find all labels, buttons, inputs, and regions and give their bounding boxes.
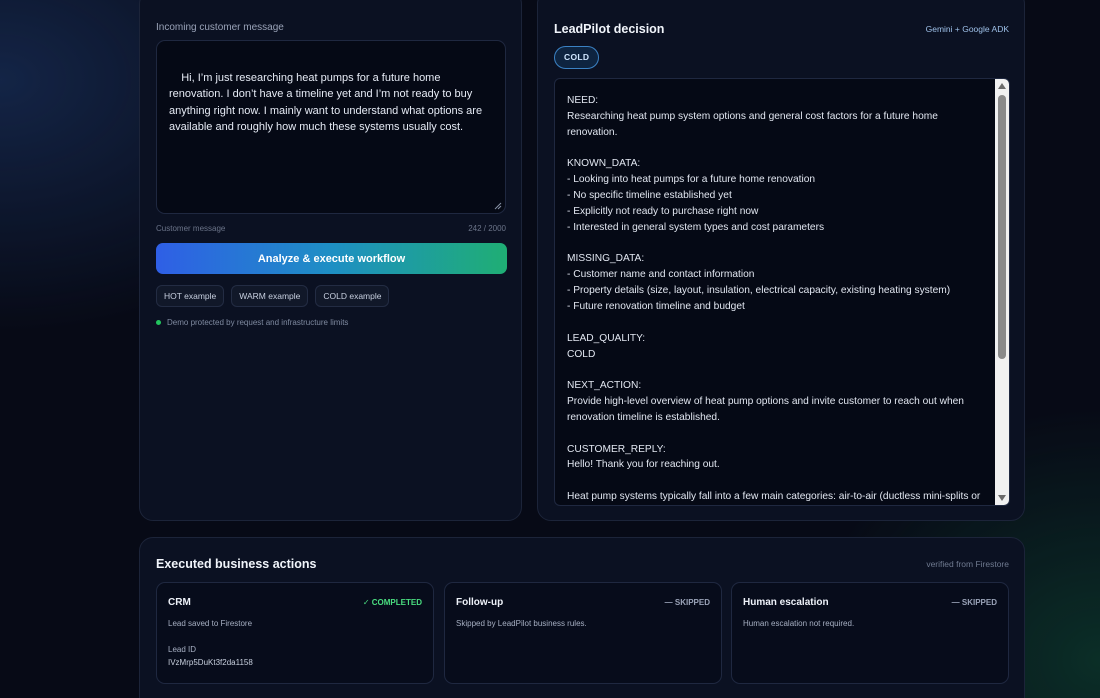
status-badge: — SKIPPED	[664, 598, 710, 607]
customer-message-caption: Customer message	[156, 224, 226, 233]
executed-actions-panel: Executed business actions verified from …	[139, 537, 1025, 698]
status-badge: — SKIPPED	[951, 598, 997, 607]
card-title: Human escalation	[743, 597, 829, 608]
crm-action-card: CRM ✓ COMPLETED Lead saved to Firestore …	[156, 582, 434, 684]
demo-note-text: Demo protected by request and infrastruc…	[167, 318, 349, 327]
card-title: Follow-up	[456, 597, 504, 608]
scroll-up-arrow-icon[interactable]	[998, 83, 1006, 89]
card-description: Human escalation not required.	[743, 619, 855, 628]
powered-by-label: Gemini + Google ADK	[925, 24, 1009, 34]
actions-title: Executed business actions	[156, 557, 317, 571]
warm-example-button[interactable]: WARM example	[231, 285, 309, 307]
analyze-execute-button[interactable]: Analyze & execute workflow	[156, 243, 507, 274]
status-dot-icon	[156, 320, 161, 325]
decision-output[interactable]: NEED: Researching heat pump system optio…	[554, 78, 1010, 506]
resize-handle-icon[interactable]	[494, 202, 502, 210]
customer-message-textarea[interactable]: Hi, I’m just researching heat pumps for …	[156, 40, 506, 214]
demo-protection-note: Demo protected by request and infrastruc…	[156, 318, 348, 327]
card-description: Skipped by LeadPilot business rules.	[456, 619, 587, 628]
output-scrollbar[interactable]	[995, 79, 1009, 505]
decision-output-text: NEED: Researching heat pump system optio…	[567, 95, 981, 503]
lead-quality-badge: COLD	[554, 46, 600, 69]
lead-id-value: IVzMrp5DuKt3f2da1158	[168, 658, 253, 667]
incoming-message-label: Incoming customer message	[156, 22, 284, 33]
lead-id-label: Lead ID	[168, 645, 197, 654]
customer-message-panel: Incoming customer message Hi, I’m just r…	[139, 0, 522, 521]
card-description: Lead saved to Firestore	[168, 619, 253, 628]
scroll-down-arrow-icon[interactable]	[998, 495, 1006, 501]
card-title: CRM	[168, 597, 191, 608]
status-badge: ✓ COMPLETED	[362, 598, 422, 607]
hot-example-button[interactable]: HOT example	[156, 285, 225, 307]
decision-panel: LeadPilot decision Gemini + Google ADK C…	[537, 0, 1025, 521]
scroll-thumb[interactable]	[998, 95, 1006, 359]
customer-message-text: Hi, I’m just researching heat pumps for …	[169, 71, 486, 134]
message-meta-row: Customer message 242 / 2000	[156, 224, 506, 233]
follow-up-action-card: Follow-up — SKIPPED Skipped by LeadPilot…	[444, 582, 722, 684]
char-counter: 242 / 2000	[468, 224, 506, 233]
decision-title: LeadPilot decision	[554, 22, 665, 36]
human-escalation-action-card: Human escalation — SKIPPED Human escalat…	[731, 582, 1009, 684]
cold-example-button[interactable]: COLD example	[315, 285, 390, 307]
example-buttons: HOT example WARM example COLD example	[156, 285, 390, 307]
verified-label: verified from Firestore	[926, 559, 1009, 569]
